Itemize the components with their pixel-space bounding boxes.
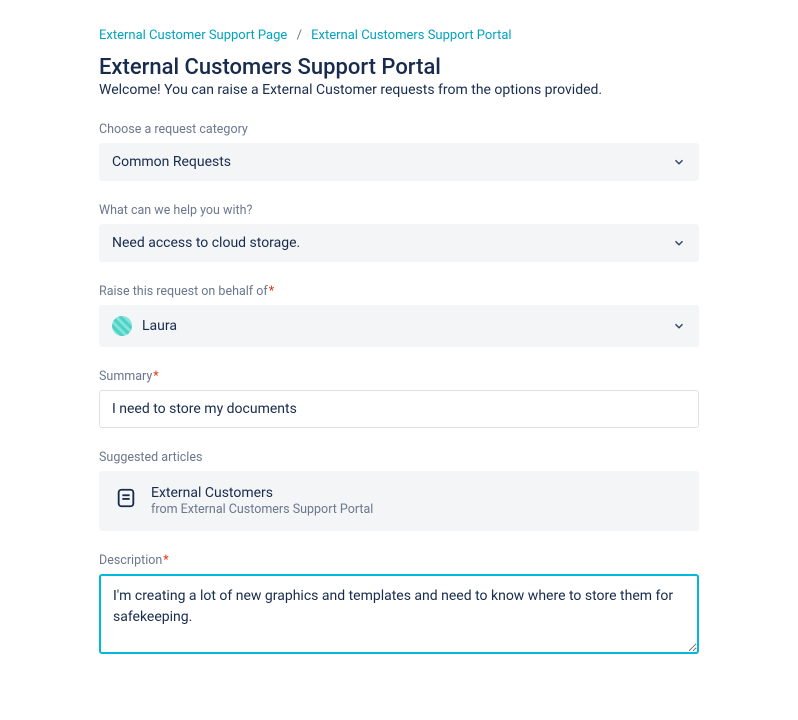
breadcrumb-separator: / [297,28,302,43]
select-on-behalf[interactable]: Laura [99,305,699,347]
form-container: External Customer Support Page / Externa… [79,0,719,720]
suggested-article-source: from External Customers Support Portal [151,502,373,517]
required-asterisk: * [163,553,168,568]
suggested-article-body: External Customers from External Custome… [151,485,373,517]
suggested-article-card[interactable]: External Customers from External Custome… [99,471,699,531]
field-request-category: Choose a request category Common Request… [99,122,699,181]
label-on-behalf: Raise this request on behalf of* [99,284,699,299]
label-request-category: Choose a request category [99,122,699,137]
select-on-behalf-value: Laura [142,318,177,334]
field-description: Description* [99,553,699,658]
chevron-down-icon [672,236,686,250]
chevron-down-icon [672,319,686,333]
required-asterisk: * [269,284,274,299]
description-textarea[interactable] [99,574,699,654]
label-description-text: Description [99,553,162,568]
suggested-article-source-name: External Customers Support Portal [181,502,374,517]
field-help-with: What can we help you with? Need access t… [99,203,699,262]
field-summary: Summary* [99,369,699,428]
label-help-with: What can we help you with? [99,203,699,218]
breadcrumb: External Customer Support Page / Externa… [99,28,699,43]
page-title: External Customers Support Portal [99,55,699,80]
label-summary: Summary* [99,369,699,384]
label-suggested-articles: Suggested articles [99,450,699,465]
select-help-with[interactable]: Need access to cloud storage. [99,224,699,262]
suggested-article-title: External Customers [151,485,373,501]
field-on-behalf: Raise this request on behalf of* Laura [99,284,699,347]
label-on-behalf-text: Raise this request on behalf of [99,284,268,299]
avatar [112,316,132,336]
label-description: Description* [99,553,699,568]
select-request-category-value: Common Requests [112,154,231,170]
select-request-category[interactable]: Common Requests [99,143,699,181]
required-asterisk: * [153,369,158,384]
article-icon [115,487,137,513]
label-summary-text: Summary [99,369,152,384]
chevron-down-icon [672,155,686,169]
select-help-with-value: Need access to cloud storage. [112,235,300,251]
page-subtitle: Welcome! You can raise a External Custom… [99,82,699,98]
suggested-articles-section: Suggested articles External Customers fr… [99,450,699,531]
breadcrumb-current-link[interactable]: External Customers Support Portal [311,28,511,43]
breadcrumb-parent-link[interactable]: External Customer Support Page [99,28,287,43]
suggested-article-from-prefix: from [151,502,181,517]
summary-input[interactable] [99,390,699,428]
